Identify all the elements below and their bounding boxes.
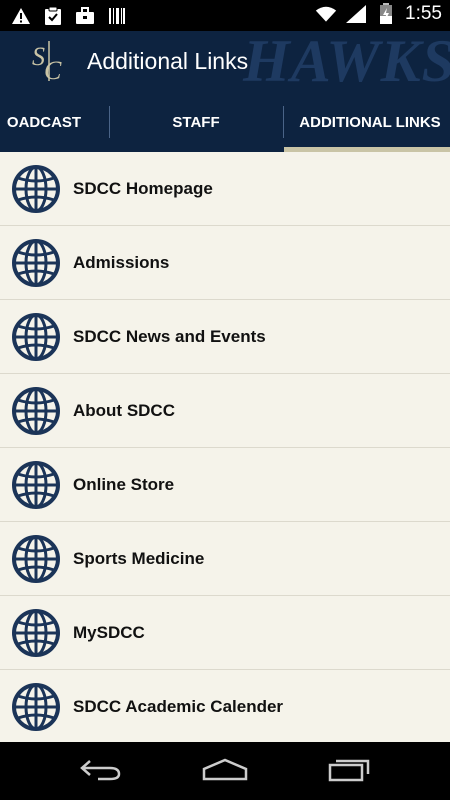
link-label: SDCC Academic Calender <box>73 697 284 716</box>
warning-icon <box>10 5 32 27</box>
list-item[interactable]: About SDCC <box>0 374 450 448</box>
list-item[interactable]: SDCC News and Events <box>0 300 450 374</box>
globe-icon <box>11 534 61 584</box>
list-item[interactable]: SDCC Homepage <box>0 152 450 226</box>
globe-icon <box>11 238 61 288</box>
tab-additional-links[interactable]: ADDITIONAL LINKS <box>284 92 450 152</box>
globe-icon <box>11 460 61 510</box>
notification-icons <box>10 5 128 27</box>
link-label: About SDCC <box>73 401 175 420</box>
link-label: Online Store <box>73 475 175 494</box>
list-item[interactable]: MySDCC <box>0 596 450 670</box>
link-label: Admissions <box>73 253 170 272</box>
home-icon <box>201 757 249 786</box>
tab-staff[interactable]: STAFF <box>110 92 282 152</box>
battery-charging-icon <box>375 3 397 25</box>
app-bar: HAWKS S C Additional Links <box>0 31 450 92</box>
status-bar: 1:55 <box>0 0 450 31</box>
navigation-bar <box>0 742 450 800</box>
briefcase-icon <box>74 5 96 27</box>
system-status: 1:55 <box>315 3 442 25</box>
globe-icon <box>11 312 61 362</box>
wifi-icon <box>315 3 337 25</box>
recent-apps-icon <box>327 756 373 787</box>
home-button[interactable] <box>195 752 255 790</box>
link-label: SDCC Homepage <box>73 179 213 198</box>
tab-bar: OADCAST STAFF ADDITIONAL LINKS <box>0 92 450 152</box>
clipboard-check-icon <box>42 5 64 27</box>
college-logo[interactable]: S C <box>30 39 70 85</box>
link-label: MySDCC <box>73 623 145 642</box>
signal-icon <box>345 3 367 25</box>
page-title: Additional Links <box>87 48 249 74</box>
globe-icon <box>11 386 61 436</box>
clock-time: 1:55 <box>405 3 442 24</box>
recent-apps-button[interactable] <box>320 752 380 790</box>
globe-icon <box>11 164 61 214</box>
list-item[interactable]: Admissions <box>0 226 450 300</box>
svg-text:C: C <box>44 56 62 83</box>
list-item[interactable]: Sports Medicine <box>0 522 450 596</box>
back-icon <box>78 757 122 786</box>
globe-icon <box>11 608 61 658</box>
barcode-icon <box>106 5 128 27</box>
globe-icon <box>11 682 61 732</box>
tab-broadcast[interactable]: OADCAST <box>0 92 108 152</box>
link-label: SDCC News and Events <box>73 327 266 346</box>
list-item[interactable]: Online Store <box>0 448 450 522</box>
link-label: Sports Medicine <box>73 549 205 568</box>
list-item[interactable]: SDCC Academic Calender <box>0 670 450 744</box>
hawks-watermark: HAWKS <box>243 31 450 92</box>
links-list: SDCC Homepage Admissions SDCC News and E… <box>0 152 450 744</box>
back-button[interactable] <box>70 752 130 790</box>
